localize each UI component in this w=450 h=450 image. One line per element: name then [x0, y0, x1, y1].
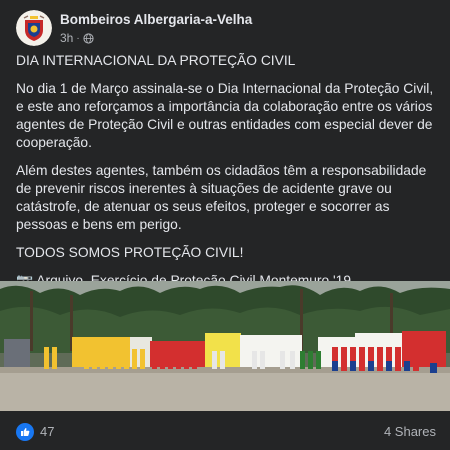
post-footer: 47 4 Shares	[0, 411, 450, 450]
page-name-link[interactable]: Bombeiros Albergaria-a-Velha	[60, 12, 252, 27]
post-paragraph-1: No dia 1 de Março assinala-se o Dia Inte…	[16, 81, 434, 150]
page-avatar[interactable]	[16, 10, 52, 46]
post-timestamp[interactable]: 3h	[60, 31, 73, 45]
civil-protection-exercise-photo	[0, 281, 450, 411]
globe-icon	[83, 32, 94, 44]
post-header: Bombeiros Albergaria-a-Velha 3h ·	[16, 10, 434, 50]
reaction-count[interactable]: 47	[40, 424, 54, 439]
meta-separator: ·	[76, 32, 80, 44]
post-heading: DIA INTERNACIONAL DA PROTEÇÃO CIVIL	[16, 53, 296, 68]
post-body: DIA INTERNACIONAL DA PROTEÇÃO CIVIL No d…	[16, 52, 436, 300]
thumbs-up-icon	[21, 427, 30, 436]
fire-brigade-crest-icon	[16, 10, 52, 46]
post-photo[interactable]	[0, 281, 450, 411]
post-meta: 3h ·	[60, 31, 94, 45]
post-slogan: TODOS SOMOS PROTEÇÃO CIVIL!	[16, 245, 244, 260]
facebook-post: Bombeiros Albergaria-a-Velha 3h · DIA IN…	[0, 0, 450, 450]
shares-count[interactable]: 4 Shares	[384, 424, 436, 439]
post-paragraph-2: Além destes agentes, também os cidadãos …	[16, 163, 427, 232]
like-icon[interactable]	[16, 423, 34, 441]
